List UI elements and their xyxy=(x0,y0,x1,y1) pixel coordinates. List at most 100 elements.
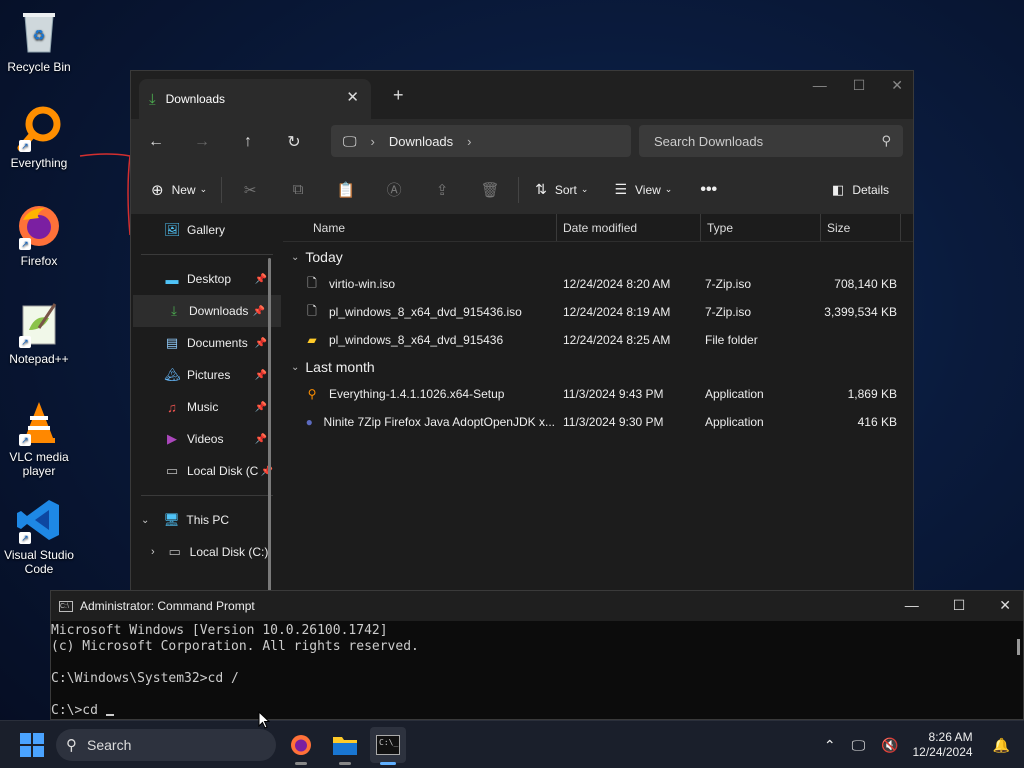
taskbar: ⚲ Search C:\_ ⌃ 🖵 🔇 8:26 AM 12/24/2024 🔔 xyxy=(0,720,1024,768)
column-name[interactable]: Name xyxy=(283,214,557,241)
this-pc-icon: 🖥 xyxy=(163,512,180,527)
breadcrumb-downloads[interactable]: Downloads xyxy=(389,134,453,149)
command-prompt-window[interactable]: C:\ Administrator: Command Prompt — ☐ ✕ … xyxy=(50,590,1024,720)
pin-icon: 📌 xyxy=(254,273,267,285)
rename-icon[interactable]: Ⓐ xyxy=(370,179,418,200)
file-explorer-window: ⤓ Downloads ✕ + — ☐ ✕ ← → ↑ ↻ 🖵 › Downlo… xyxy=(130,70,914,595)
close-button[interactable]: ✕ xyxy=(999,597,1011,614)
sort-button[interactable]: ⇅ Sort ⌄ xyxy=(535,181,588,198)
chevron-down-icon: ⌄ xyxy=(291,361,300,373)
file-date: 11/3/2024 9:43 PM xyxy=(563,387,664,401)
desktop-icon-everything[interactable]: ↗ Everything xyxy=(0,104,78,170)
navigation-pane: 🖼 Gallery ▬ Desktop 📌 ⤓ Downloads 📌 ▤ Do… xyxy=(131,214,283,594)
group-header-today[interactable]: ⌄ Today xyxy=(283,244,913,270)
terminal-icon: C:\ xyxy=(59,600,73,612)
forward-button[interactable]: → xyxy=(179,133,225,151)
sidebar-item-gallery[interactable]: 🖼 Gallery xyxy=(131,214,283,246)
up-button[interactable]: ↑ xyxy=(225,133,271,151)
close-tab-icon[interactable]: ✕ xyxy=(346,88,359,106)
chevron-up-icon[interactable]: ⌃ xyxy=(824,737,836,754)
taskbar-command-prompt[interactable]: C:\_ xyxy=(370,727,406,765)
more-options-button[interactable]: ••• xyxy=(700,181,717,199)
close-button[interactable]: ✕ xyxy=(891,77,903,94)
column-date-modified[interactable]: Date modified xyxy=(557,214,701,241)
share-icon[interactable]: ⇪ xyxy=(418,181,466,199)
network-icon[interactable]: 🖵 xyxy=(852,737,866,754)
shortcut-arrow-icon: ↗ xyxy=(19,532,31,544)
desktop-icon-vscode[interactable]: ↗ Visual Studio Code xyxy=(0,496,78,576)
copy-icon[interactable]: ⧉ xyxy=(274,181,322,198)
file-row[interactable]: ⚲ Everything-1.4.1.1026.x64-Setup 11/3/20… xyxy=(283,380,913,408)
cmd-scrollbar[interactable] xyxy=(1017,639,1020,655)
column-type[interactable]: Type xyxy=(701,214,821,241)
details-button[interactable]: ◧ Details xyxy=(832,182,889,198)
sidebar-item-downloads[interactable]: ⤓ Downloads 📌 xyxy=(133,295,281,327)
file-row[interactable]: ● Ninite 7Zip Firefox Java AdoptOpenJDK x… xyxy=(283,408,913,436)
new-tab-button[interactable]: + xyxy=(393,85,404,106)
sidebar-item-local-disk-pinned[interactable]: ▭ Local Disk (C 📌 xyxy=(131,455,283,487)
notepadpp-icon: ↗ xyxy=(15,300,63,348)
cmd-title: Administrator: Command Prompt xyxy=(80,599,255,613)
clock[interactable]: 8:26 AM 12/24/2024 xyxy=(913,730,973,760)
sidebar-item-documents[interactable]: ▤ Documents 📌 xyxy=(131,327,283,359)
download-icon: ⤓ xyxy=(149,90,156,108)
desktop-icon-vlc[interactable]: ↗ VLC media player xyxy=(0,398,78,478)
search-icon: ⚲ xyxy=(66,737,77,754)
sidebar-item-this-pc[interactable]: ⌄ 🖥 This PC xyxy=(131,504,283,536)
shortcut-arrow-icon: ↗ xyxy=(19,238,31,250)
sidebar-item-pictures[interactable]: 🏔 Pictures 📌 xyxy=(131,359,283,391)
start-button[interactable] xyxy=(20,733,44,757)
file-type: File folder xyxy=(705,333,758,347)
column-headers: Name Date modified Type Size xyxy=(283,214,913,242)
sidebar-item-videos[interactable]: ▶ Videos 📌 xyxy=(131,423,283,455)
sidebar-scrollbar[interactable] xyxy=(268,258,271,594)
desktop-icon-recycle-bin[interactable]: ♻ Recycle Bin xyxy=(0,8,78,74)
paste-icon[interactable]: 📋 xyxy=(322,181,370,199)
back-button[interactable]: ← xyxy=(133,133,179,151)
file-icon: 🗋 xyxy=(307,275,317,290)
minimize-button[interactable]: — xyxy=(905,597,919,614)
sidebar-item-desktop[interactable]: ▬ Desktop 📌 xyxy=(131,263,283,295)
new-label: New xyxy=(171,182,196,197)
desktop-icon-label: VLC media player xyxy=(9,450,69,478)
notifications-bell-icon[interactable]: 🔔 xyxy=(993,737,1010,754)
desktop-icon-label: Firefox xyxy=(20,254,58,268)
cmd-line: (c) Microsoft Corporation. All rights re… xyxy=(51,639,419,654)
address-bar[interactable]: 🖵 › Downloads › xyxy=(331,125,631,157)
sidebar-item-local-disk[interactable]: › ▭ Local Disk (C:) xyxy=(131,536,283,568)
file-row[interactable]: 🗋 virtio-win.iso 12/24/2024 8:20 AM 7-Zip… xyxy=(283,270,913,298)
desktop-icon-notepadpp[interactable]: ↗ Notepad++ xyxy=(0,300,78,366)
chevron-right-icon[interactable]: › xyxy=(467,134,471,149)
group-header-last-month[interactable]: ⌄ Last month xyxy=(283,354,913,380)
cmd-output[interactable]: Microsoft Windows [Version 10.0.26100.17… xyxy=(51,621,1023,719)
maximize-button[interactable]: ☐ xyxy=(953,597,966,614)
taskbar-firefox[interactable] xyxy=(283,727,319,765)
volume-muted-icon[interactable]: 🔇 xyxy=(881,737,898,754)
taskbar-file-explorer[interactable] xyxy=(327,727,363,765)
chevron-down-icon: ⌄ xyxy=(580,184,589,194)
file-row[interactable]: 🗋 pl_windows_8_x64_dvd_915436.iso 12/24/2… xyxy=(283,298,913,326)
minimize-button[interactable]: — xyxy=(813,77,827,94)
refresh-button[interactable]: ↻ xyxy=(271,132,317,152)
desktop-icon: ▬ xyxy=(165,271,179,287)
details-label: Details xyxy=(852,182,889,197)
file-size: 1,869 KB xyxy=(847,387,897,401)
taskbar-search[interactable]: ⚲ Search xyxy=(56,729,276,761)
desktop-icon-firefox[interactable]: ↗ Firefox xyxy=(0,202,78,268)
search-placeholder: Search Downloads xyxy=(654,133,764,149)
chevron-right-icon[interactable]: › xyxy=(151,546,155,558)
new-button[interactable]: ⊕ New ⌄ xyxy=(151,181,207,199)
cut-icon[interactable]: ✂ xyxy=(226,181,274,199)
maximize-button[interactable]: ☐ xyxy=(853,77,866,94)
tab-downloads[interactable]: ⤓ Downloads ✕ xyxy=(139,79,371,119)
column-size[interactable]: Size xyxy=(821,214,901,241)
chevron-down-icon[interactable]: ⌄ xyxy=(141,515,149,526)
file-name: Everything-1.4.1.1026.x64-Setup xyxy=(329,387,505,401)
file-row[interactable]: ▰ pl_windows_8_x64_dvd_915436 12/24/2024 … xyxy=(283,326,913,354)
delete-icon[interactable]: 🗑 xyxy=(466,181,514,199)
view-button[interactable]: ☰ View ⌄ xyxy=(614,181,672,198)
search-input[interactable]: Search Downloads ⚲ xyxy=(639,125,903,157)
plus-circle-icon: ⊕ xyxy=(151,181,164,199)
sidebar-item-music[interactable]: ♫ Music 📌 xyxy=(131,391,283,423)
folder-icon: ▰ xyxy=(307,333,317,347)
